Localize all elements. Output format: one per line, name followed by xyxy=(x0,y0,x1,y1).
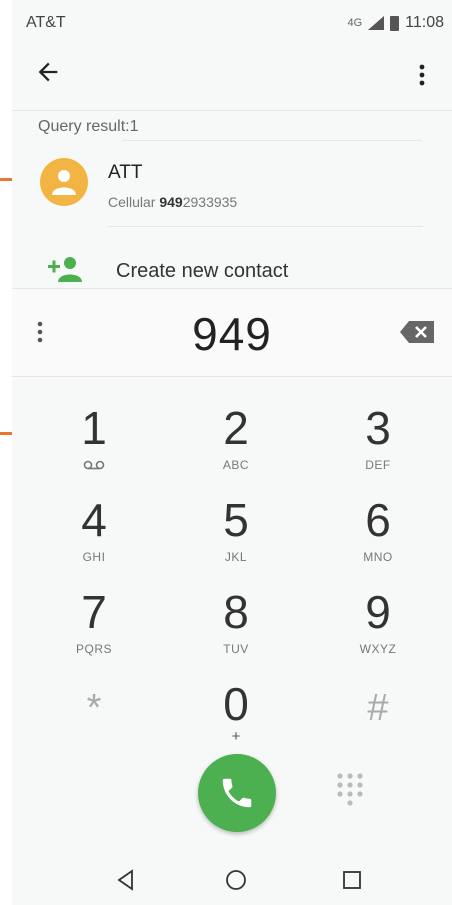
call-button[interactable] xyxy=(198,754,276,832)
create-contact-label: Create new contact xyxy=(116,260,289,282)
person-icon xyxy=(52,170,76,195)
nav-back-icon[interactable] xyxy=(114,868,138,892)
dial-keypad: 1 2 ABC 3 DEF 4 GHI 5 JKL 6 MNO 7 PQRS 8 xyxy=(12,392,452,752)
key-digit: 3 xyxy=(365,402,391,454)
signal-icon xyxy=(368,16,385,30)
key-letters: DEF xyxy=(365,458,391,472)
dialpad-icon[interactable] xyxy=(336,772,364,812)
clock: 11:08 xyxy=(405,14,444,31)
key-digit: 4 xyxy=(81,494,107,546)
back-arrow-icon[interactable] xyxy=(34,58,70,94)
key-letters: WXYZ xyxy=(359,642,397,656)
dialed-number[interactable]: 949 xyxy=(12,307,452,361)
key-letters: TUV xyxy=(223,642,249,656)
key-4[interactable]: 4 GHI xyxy=(34,494,154,578)
dialed-number-panel: 949 xyxy=(12,288,452,379)
number-match: 949 xyxy=(159,194,183,210)
search-result-row[interactable]: ATT Cellular 9492933935 xyxy=(12,150,452,230)
key-digit: 0 xyxy=(223,678,249,730)
key-digit: 6 xyxy=(365,494,391,546)
key-digit: 8 xyxy=(223,586,249,638)
create-contact-row[interactable]: Create new contact xyxy=(12,250,452,290)
contact-number-line: Cellular 9492933935 xyxy=(108,194,237,210)
key-0[interactable]: 0 + xyxy=(176,678,296,762)
key-digit: 5 xyxy=(223,494,249,546)
battery-icon xyxy=(390,15,400,31)
nav-recent-icon[interactable] xyxy=(340,868,364,892)
key-5[interactable]: 5 JKL xyxy=(176,494,296,578)
query-divider xyxy=(122,140,422,141)
backspace-icon[interactable] xyxy=(400,321,434,343)
query-result-label: Query result:1 xyxy=(38,118,139,135)
key-6[interactable]: 6 MNO xyxy=(318,494,438,578)
phone-icon xyxy=(222,778,252,808)
key-digit: 2 xyxy=(223,402,249,454)
key-digit: 9 xyxy=(365,586,391,638)
voicemail-icon xyxy=(83,460,105,470)
key-letters: GHI xyxy=(82,550,106,564)
carrier-label: AT&T xyxy=(26,14,66,31)
nav-home-icon[interactable] xyxy=(224,868,248,892)
key-letters: ABC xyxy=(222,458,250,472)
key-letters: + xyxy=(231,728,241,745)
key-hash[interactable]: # xyxy=(318,678,438,762)
add-person-icon xyxy=(48,257,82,282)
network-type: 4G xyxy=(347,17,363,29)
number-rest: 2933935 xyxy=(182,194,238,210)
toolbar-divider xyxy=(12,110,452,111)
key-8[interactable]: 8 TUV xyxy=(176,586,296,670)
key-letters: MNO xyxy=(363,550,393,564)
status-bar: AT&T 4G 11:08 xyxy=(12,0,452,44)
key-letters: JKL xyxy=(224,550,248,564)
key-letters: PQRS xyxy=(75,642,112,656)
key-star[interactable]: * xyxy=(34,678,154,762)
contact-name: ATT xyxy=(108,162,143,183)
key-digit: 1 xyxy=(81,402,107,454)
key-3[interactable]: 3 DEF xyxy=(318,402,438,486)
phone-screen: AT&T 4G 11:08 Query result:1 ATT Cellula… xyxy=(12,0,452,905)
key-9[interactable]: 9 WXYZ xyxy=(318,586,438,670)
key-2[interactable]: 2 ABC xyxy=(176,402,296,486)
more-vert-icon[interactable] xyxy=(410,60,434,96)
panel-divider xyxy=(12,376,452,377)
key-1[interactable]: 1 xyxy=(34,402,154,486)
toolbar xyxy=(12,48,452,108)
system-nav-bar xyxy=(12,860,452,905)
key-digit: * xyxy=(86,687,102,729)
result-divider xyxy=(108,226,423,227)
number-type: Cellular xyxy=(108,194,156,210)
key-7[interactable]: 7 PQRS xyxy=(34,586,154,670)
key-digit: # xyxy=(367,687,389,729)
avatar xyxy=(40,158,88,206)
key-digit: 7 xyxy=(81,586,107,638)
status-icons: 4G 11:08 xyxy=(347,14,444,32)
